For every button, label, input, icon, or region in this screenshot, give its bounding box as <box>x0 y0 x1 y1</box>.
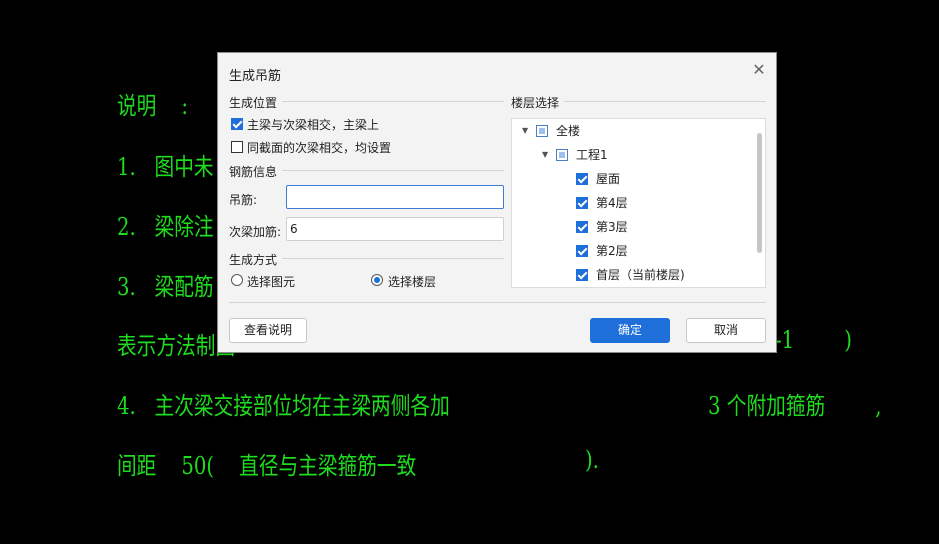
floor-group-divider <box>564 101 766 102</box>
select-floor-radio[interactable] <box>371 274 383 286</box>
cad-note-item-3: 3. 梁配筋 <box>117 273 214 301</box>
tree-item-floor[interactable]: 第2层 <box>512 241 752 261</box>
partial-checkbox[interactable] <box>536 125 548 137</box>
tree-item-label: 第2层 <box>596 244 628 258</box>
tree-item-label: 第3层 <box>596 220 628 234</box>
rebar-group-label: 钢筋信息 <box>229 165 278 179</box>
main-beam-checkbox[interactable] <box>231 118 243 130</box>
footer-divider <box>229 302 766 303</box>
tree-item-floor[interactable]: 第4层 <box>512 193 752 213</box>
hanger-input[interactable] <box>286 185 504 209</box>
select-element-radio[interactable] <box>231 274 243 286</box>
method-group-label: 生成方式 <box>229 253 278 267</box>
secondary-rebar-label: 次梁加筋: <box>229 225 282 239</box>
floor-checkbox[interactable] <box>576 269 588 281</box>
cad-note-line-7: 间距 50( 直径与主梁箍筋一致 <box>117 452 417 480</box>
floor-checkbox[interactable] <box>576 245 588 257</box>
close-icon[interactable]: ✕ <box>751 62 767 78</box>
tree-scrollbar[interactable] <box>757 133 762 253</box>
cad-note-item-4: 4. 主次梁交接部位均在主梁两侧各加 <box>117 392 450 420</box>
cad-note-item-1: 1. 图中未 <box>117 153 214 181</box>
caret-down-icon[interactable]: ▼ <box>542 145 548 165</box>
main-beam-checkbox-label[interactable]: 主梁与次梁相交，主梁上 <box>247 116 379 133</box>
tree-item-project[interactable]: ▼ 工程1 <box>512 145 752 165</box>
tree-item-floor[interactable]: 第3层 <box>512 217 752 237</box>
cad-note-line-5-tail: -1 ) <box>775 326 852 354</box>
cad-note-title: 说明 : <box>117 92 189 120</box>
ok-button[interactable]: 确定 <box>590 318 670 343</box>
tree-item-label: 屋面 <box>596 172 621 186</box>
tree-item-floor[interactable]: 屋面 <box>512 169 752 189</box>
partial-checkbox[interactable] <box>556 149 568 161</box>
cad-note-item-2: 2. 梁除注 <box>117 213 214 241</box>
cancel-button[interactable]: 取消 <box>686 318 766 343</box>
floor-checkbox[interactable] <box>576 221 588 233</box>
floor-group-label: 楼层选择 <box>511 96 560 110</box>
cad-note-item-4-tail: 3 个附加箍筋 , <box>708 392 882 420</box>
tree-item-label: 工程1 <box>576 148 608 162</box>
caret-down-icon[interactable]: ▼ <box>522 121 528 141</box>
view-help-button[interactable]: 查看说明 <box>229 318 307 343</box>
floor-checkbox[interactable] <box>576 197 588 209</box>
same-section-checkbox[interactable] <box>231 141 243 153</box>
cad-note-line-7-tail: ). <box>585 446 599 474</box>
tree-item-label: 首层（当前楼层) <box>596 268 685 282</box>
hanger-field-label: 吊筋: <box>229 193 258 207</box>
secondary-rebar-input[interactable]: 6 <box>286 217 504 241</box>
select-element-radio-label[interactable]: 选择图元 <box>247 273 295 290</box>
floor-tree[interactable]: ▼ 全楼 ▼ 工程1 屋面 第4层 第3层 第2层 首层（当前楼层) <box>511 118 766 288</box>
select-floor-radio-label[interactable]: 选择楼层 <box>388 273 436 290</box>
tree-item-label: 第4层 <box>596 196 628 210</box>
tree-item-label: 全楼 <box>556 124 581 138</box>
position-group-label: 生成位置 <box>229 96 278 110</box>
dialog-title: 生成吊筋 <box>229 69 282 84</box>
tree-item-all[interactable]: ▼ 全楼 <box>512 121 752 141</box>
generate-hanger-dialog: 生成吊筋 ✕ 生成位置 主梁与次梁相交，主梁上 同截面的次梁相交，均设置 钢筋信… <box>217 52 777 353</box>
floor-checkbox[interactable] <box>576 173 588 185</box>
tree-item-floor[interactable]: 首层（当前楼层) <box>512 265 752 285</box>
position-group-divider <box>282 101 504 102</box>
rebar-group-divider <box>282 170 504 171</box>
method-group-divider <box>282 258 504 259</box>
same-section-checkbox-label[interactable]: 同截面的次梁相交，均设置 <box>247 139 391 156</box>
